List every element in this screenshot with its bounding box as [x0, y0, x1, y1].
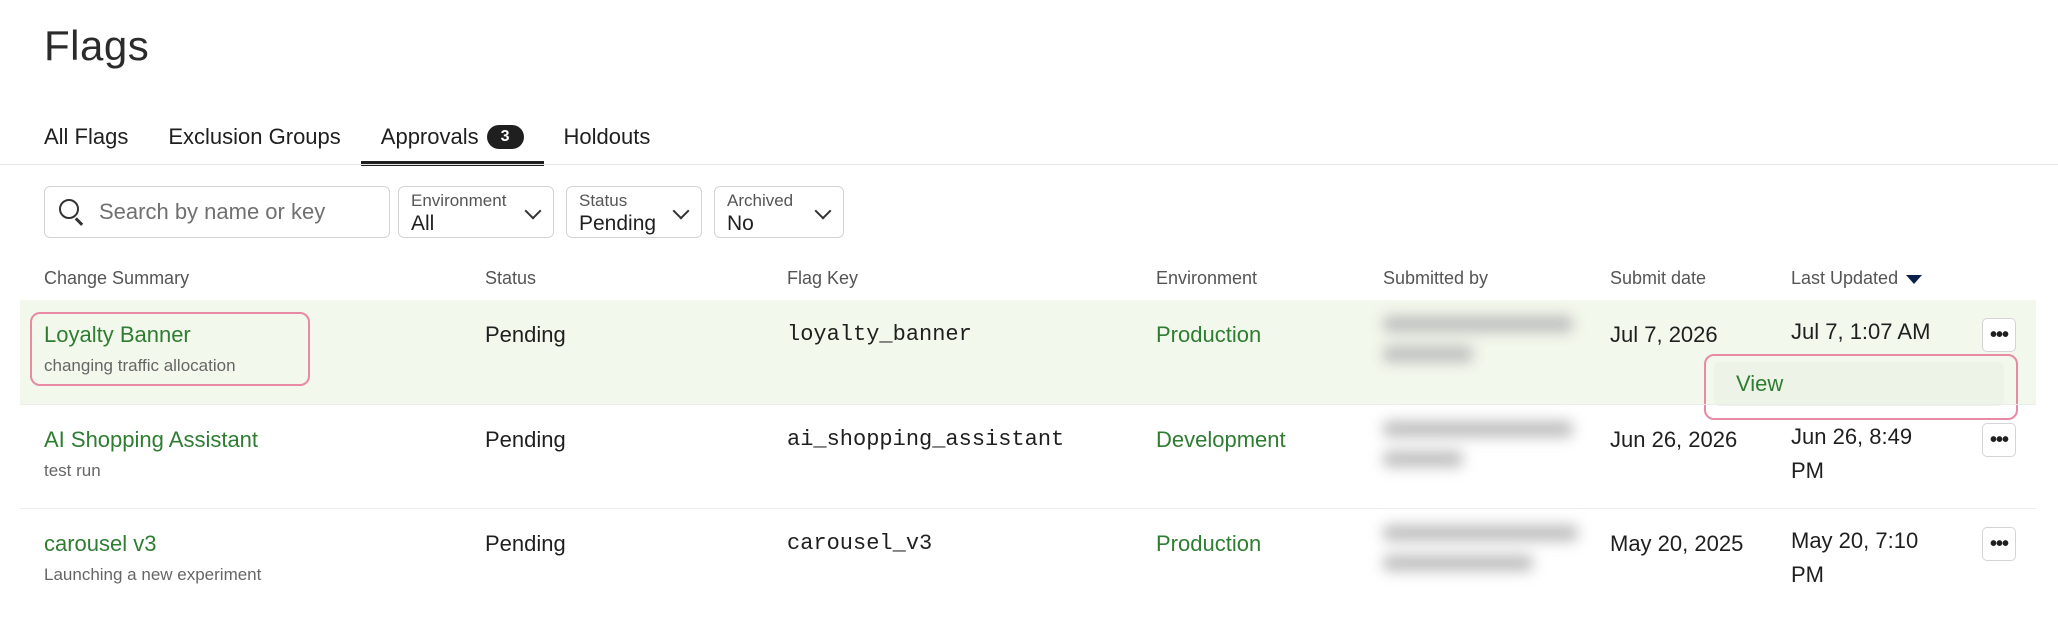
focus-highlight — [30, 312, 310, 386]
flag-key-cell: ai_shopping_assistant — [787, 427, 1065, 452]
last-updated-cell: Jul 7, 1:07 AM — [1791, 319, 1931, 344]
search-input[interactable] — [99, 199, 369, 225]
tab-all-flags[interactable]: All Flags — [24, 108, 148, 166]
submit-date-cell: Jun 26, 2026 — [1610, 427, 1738, 452]
tab-label: All Flags — [44, 124, 129, 149]
tab-approvals[interactable]: Approvals 3 — [360, 108, 544, 166]
tab-label: Holdouts — [563, 124, 651, 149]
tab-holdouts[interactable]: Holdouts — [544, 108, 671, 166]
search-box — [44, 186, 390, 238]
change-title-link[interactable]: carousel v3 — [44, 531, 157, 556]
filter-value: All — [411, 212, 435, 235]
environment-cell: Development — [1156, 427, 1286, 452]
tabs-divider — [0, 164, 2058, 165]
submitted-by-redacted — [1383, 421, 1583, 491]
column-header-label: Last Updated — [1791, 268, 1899, 288]
more-horizontal-icon: ••• — [1989, 428, 2009, 451]
tab-label: Approvals — [380, 124, 479, 149]
filter-value: Pending — [579, 212, 657, 235]
archived-filter[interactable]: Archived No — [714, 186, 844, 238]
tab-bar: All Flags Exclusion Groups Approvals 3 Ho… — [24, 108, 670, 166]
flag-key-cell: loyalty_banner — [787, 322, 972, 347]
more-horizontal-icon: ••• — [1989, 323, 2009, 346]
submit-date-cell: Jul 7, 2026 — [1610, 322, 1718, 347]
page-title: Flags — [44, 22, 150, 69]
table-row[interactable]: AI Shopping Assistant test run Pending a… — [20, 405, 2036, 509]
tab-label: Exclusion Groups — [168, 124, 341, 149]
status-cell: Pending — [485, 531, 566, 556]
table-row[interactable]: carousel v3 Launching a new experiment P… — [20, 509, 2036, 613]
more-actions-button[interactable]: ••• — [1982, 318, 2016, 352]
tab-exclusion-groups[interactable]: Exclusion Groups — [148, 108, 360, 166]
approvals-count-badge: 3 — [486, 125, 524, 149]
column-header-status: Status — [485, 268, 537, 288]
submitted-by-redacted — [1383, 316, 1583, 386]
submit-date-cell: May 20, 2025 — [1610, 531, 1744, 556]
environment-filter[interactable]: Environment All — [398, 186, 554, 238]
column-header-environment: Environment — [1156, 268, 1258, 288]
column-header-change-summary: Change Summary — [44, 268, 190, 288]
sort-descending-icon — [1906, 274, 1923, 284]
filter-value: No — [727, 212, 754, 235]
more-actions-button[interactable]: ••• — [1982, 423, 2016, 457]
column-header-submit-date: Submit date — [1610, 268, 1707, 288]
search-icon — [59, 199, 85, 226]
column-header-flag-key: Flag Key — [787, 268, 859, 288]
last-updated-cell: Jun 26, 8:49 PM — [1791, 424, 1913, 483]
filter-label: Environment — [411, 191, 507, 210]
column-header-last-updated[interactable]: Last Updated — [1791, 268, 1923, 289]
status-cell: Pending — [485, 427, 566, 452]
change-summary-cell: carousel v3 Launching a new experiment — [44, 531, 261, 585]
more-actions-button[interactable]: ••• — [1982, 527, 2016, 561]
change-summary-cell: AI Shopping Assistant test run — [44, 427, 258, 481]
submitted-by-redacted — [1383, 525, 1583, 595]
menu-item-view[interactable]: View — [1714, 362, 2004, 406]
status-filter[interactable]: Status Pending — [566, 186, 702, 238]
status-cell: Pending — [485, 322, 566, 347]
last-updated-cell: May 20, 7:10 PM — [1791, 528, 1919, 587]
column-header-submitted-by: Submitted by — [1383, 268, 1489, 288]
more-horizontal-icon: ••• — [1989, 532, 2009, 555]
change-description: Launching a new experiment — [44, 565, 262, 584]
filter-label: Archived — [727, 191, 794, 210]
change-description: test run — [44, 461, 101, 480]
flag-key-cell: carousel_v3 — [787, 531, 933, 556]
environment-cell: Production — [1156, 322, 1262, 347]
filter-label: Status — [579, 191, 628, 210]
environment-cell: Production — [1156, 531, 1262, 556]
change-title-link[interactable]: AI Shopping Assistant — [44, 427, 258, 452]
